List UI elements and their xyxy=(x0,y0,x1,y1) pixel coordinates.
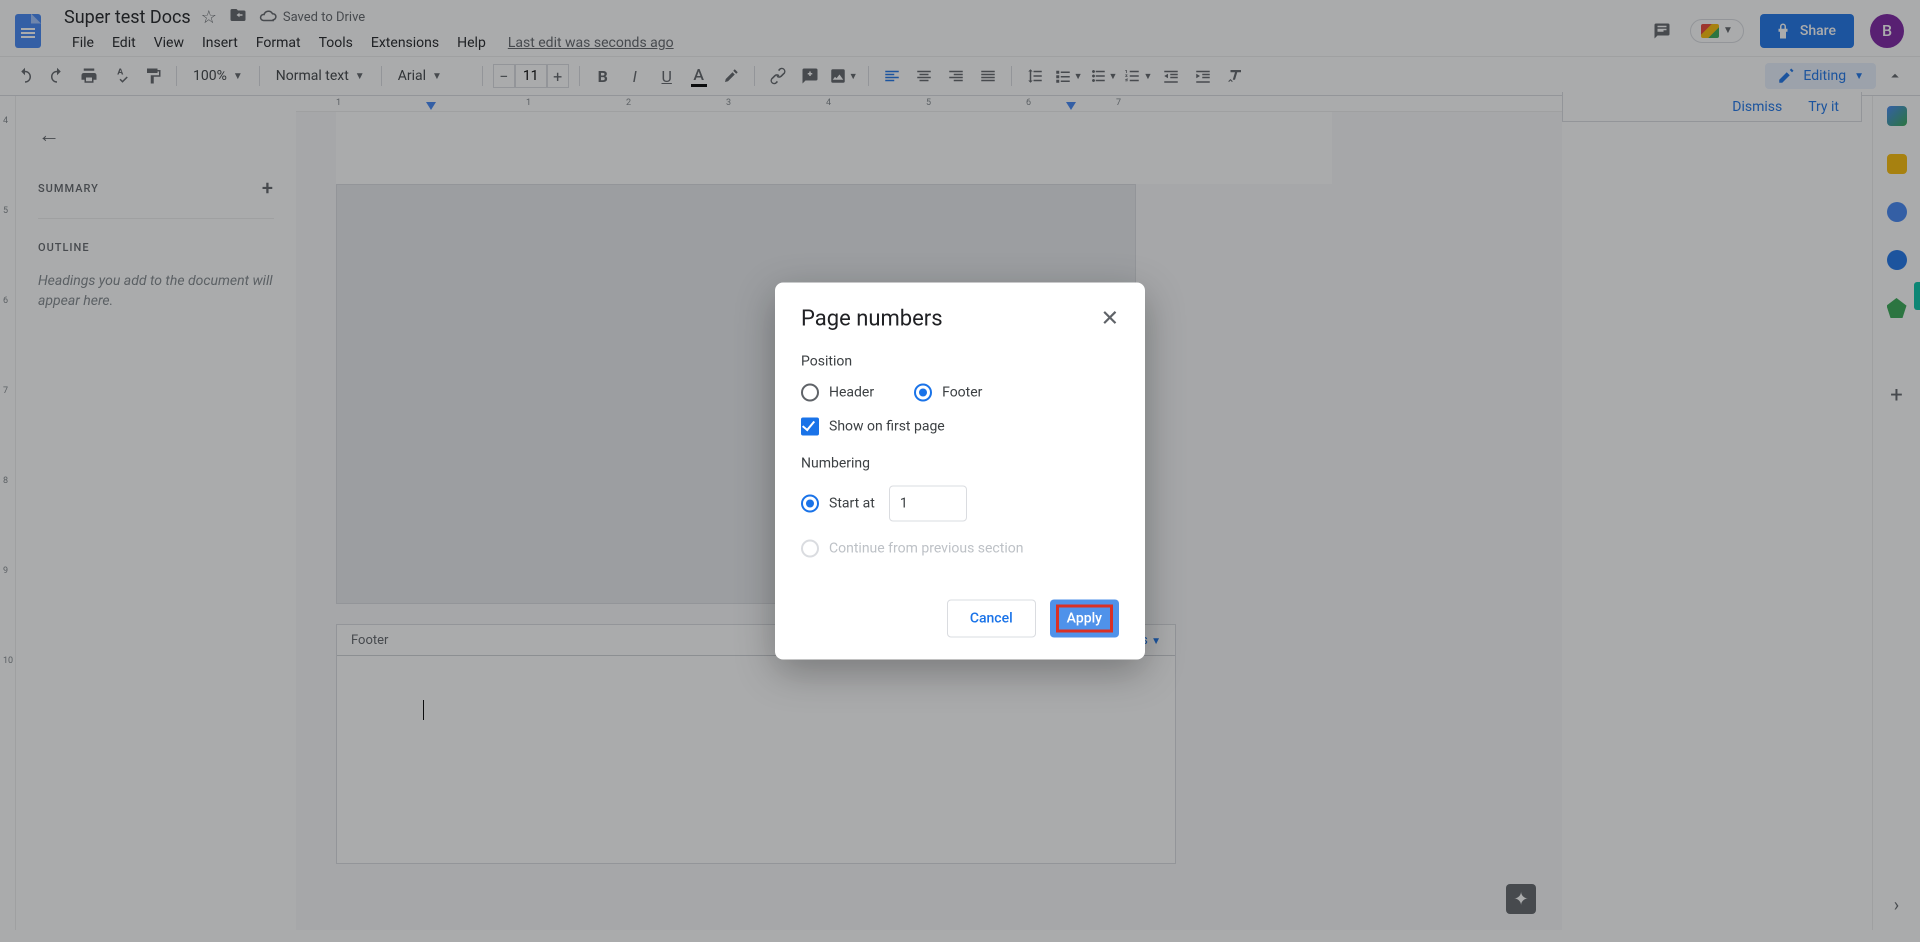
page-numbers-dialog: Page numbers ✕ Position Header Footer Sh… xyxy=(775,283,1145,660)
start-at-radio[interactable]: Start at xyxy=(801,495,875,513)
continue-previous-radio: Continue from previous section xyxy=(801,540,1119,558)
cancel-button[interactable]: Cancel xyxy=(947,600,1036,638)
show-on-first-page-checkbox[interactable]: Show on first page xyxy=(801,418,1119,436)
start-at-input[interactable] xyxy=(889,486,967,522)
dialog-close-icon[interactable]: ✕ xyxy=(1101,307,1119,332)
position-footer-radio[interactable]: Footer xyxy=(914,384,982,402)
numbering-label: Numbering xyxy=(801,456,1119,472)
position-header-radio[interactable]: Header xyxy=(801,384,874,402)
dialog-title: Page numbers xyxy=(801,307,943,332)
apply-button[interactable]: Apply xyxy=(1056,605,1113,633)
position-label: Position xyxy=(801,354,1119,370)
